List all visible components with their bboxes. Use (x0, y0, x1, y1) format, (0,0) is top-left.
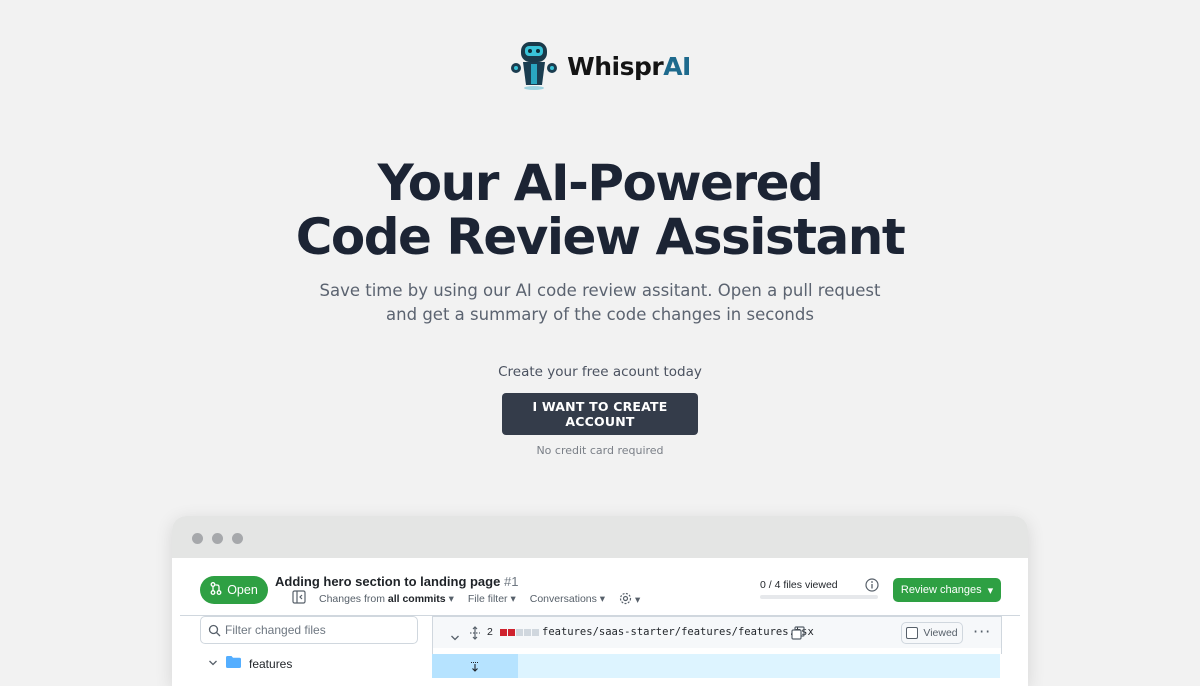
filter-files-field[interactable] (200, 616, 418, 644)
diff-expand-gutter[interactable] (432, 654, 518, 678)
diffstat-deleted-block (500, 629, 507, 636)
changes-from-prefix: Changes from (319, 593, 385, 605)
gear-icon (619, 592, 632, 606)
file-filter-dropdown[interactable]: File filter ▾ (468, 593, 516, 605)
files-viewed-progress (760, 595, 878, 599)
pr-number: #1 (503, 574, 519, 589)
expand-icon[interactable] (468, 625, 482, 644)
window-dot-icon (232, 533, 243, 544)
file-path[interactable]: features/saas-starter/features/features.… (542, 626, 814, 638)
caret-down-icon: ▾ (987, 584, 994, 597)
pr-title[interactable]: Adding hero section to landing page #1 (275, 574, 518, 589)
pull-request-icon (210, 582, 222, 598)
robot-icon (509, 40, 559, 92)
file-filter-label: File filter (467, 593, 508, 605)
caret-down-icon: ▾ (599, 593, 606, 605)
review-changes-label: Review changes (900, 584, 982, 596)
folder-icon (226, 656, 241, 671)
pr-toolbar: Changes from all commits ▾ File filter ▾… (319, 592, 640, 606)
changes-from-value: all commits (387, 593, 446, 605)
file-tree-folder[interactable]: features (208, 656, 292, 671)
viewed-toggle[interactable]: Viewed (901, 622, 963, 644)
viewed-checkbox (906, 627, 919, 639)
changes-from-dropdown[interactable]: Changes from all commits ▾ (319, 593, 454, 605)
caret-down-icon: ▾ (448, 593, 454, 605)
pr-header: Open Adding hero section to landing page… (172, 558, 1028, 616)
file-diff-header: 2 features/saas-starter/features/feature… (432, 616, 1002, 649)
diffstat-deleted-block (508, 629, 515, 636)
hero-title-line2: Code Review Assistant (295, 208, 906, 266)
pr-status-badge: Open (200, 576, 268, 604)
create-account-button[interactable]: I WANT TO CREATE ACCOUNT (502, 393, 698, 435)
chevron-down-icon[interactable] (450, 628, 460, 647)
info-icon[interactable] (865, 577, 879, 596)
diffstat-neutral-block (532, 629, 539, 636)
preview-window: Open Adding hero section to landing page… (172, 516, 1028, 686)
pr-title-text: Adding hero section to landing page (275, 574, 501, 589)
diffstat-neutral-block (524, 629, 531, 636)
window-titlebar (172, 516, 1028, 558)
expand-down-icon (470, 658, 480, 677)
viewed-label: Viewed (923, 627, 958, 639)
search-icon (208, 624, 221, 637)
caret-down-icon: ▾ (510, 593, 516, 605)
conversations-label: Conversations (529, 593, 597, 605)
sidebar-toggle-icon[interactable] (292, 589, 306, 608)
settings-dropdown[interactable]: ▾ (619, 592, 640, 606)
chevron-down-icon (208, 657, 218, 671)
review-changes-button[interactable]: Review changes ▾ (893, 578, 1001, 602)
brand-logo[interactable]: WhisprAI (0, 40, 1200, 92)
copy-icon[interactable] (791, 625, 805, 644)
more-options-icon[interactable]: ··· (973, 622, 991, 641)
folder-name: features (249, 656, 293, 671)
filter-files-input[interactable] (221, 623, 405, 637)
cta-lead-text: Create your free acount today (498, 364, 702, 380)
hero-title-line1: Your AI-Powered (377, 154, 824, 212)
brand-name: WhisprAI (567, 51, 691, 81)
pr-status-label: Open (227, 583, 258, 597)
diffstat-neutral-block (516, 629, 523, 636)
hero-subtitle-line2: and get a summary of the code changes in… (386, 305, 814, 324)
conversations-dropdown[interactable]: Conversations ▾ (530, 593, 605, 605)
files-viewed-count: 0 / 4 files viewed (760, 579, 838, 591)
window-dot-icon (192, 533, 203, 544)
window-dot-icon (212, 533, 223, 544)
hero-title: Your AI-Powered Code Review Assistant (0, 156, 1200, 264)
caret-down-icon: ▾ (635, 594, 641, 606)
hero-subtitle: Save time by using our AI code review as… (300, 279, 900, 327)
hero-subtitle-line1: Save time by using our AI code review as… (319, 281, 881, 300)
file-change-count: 2 (487, 626, 493, 638)
cta-note: No credit card required (536, 444, 664, 457)
diffstat (500, 629, 539, 636)
